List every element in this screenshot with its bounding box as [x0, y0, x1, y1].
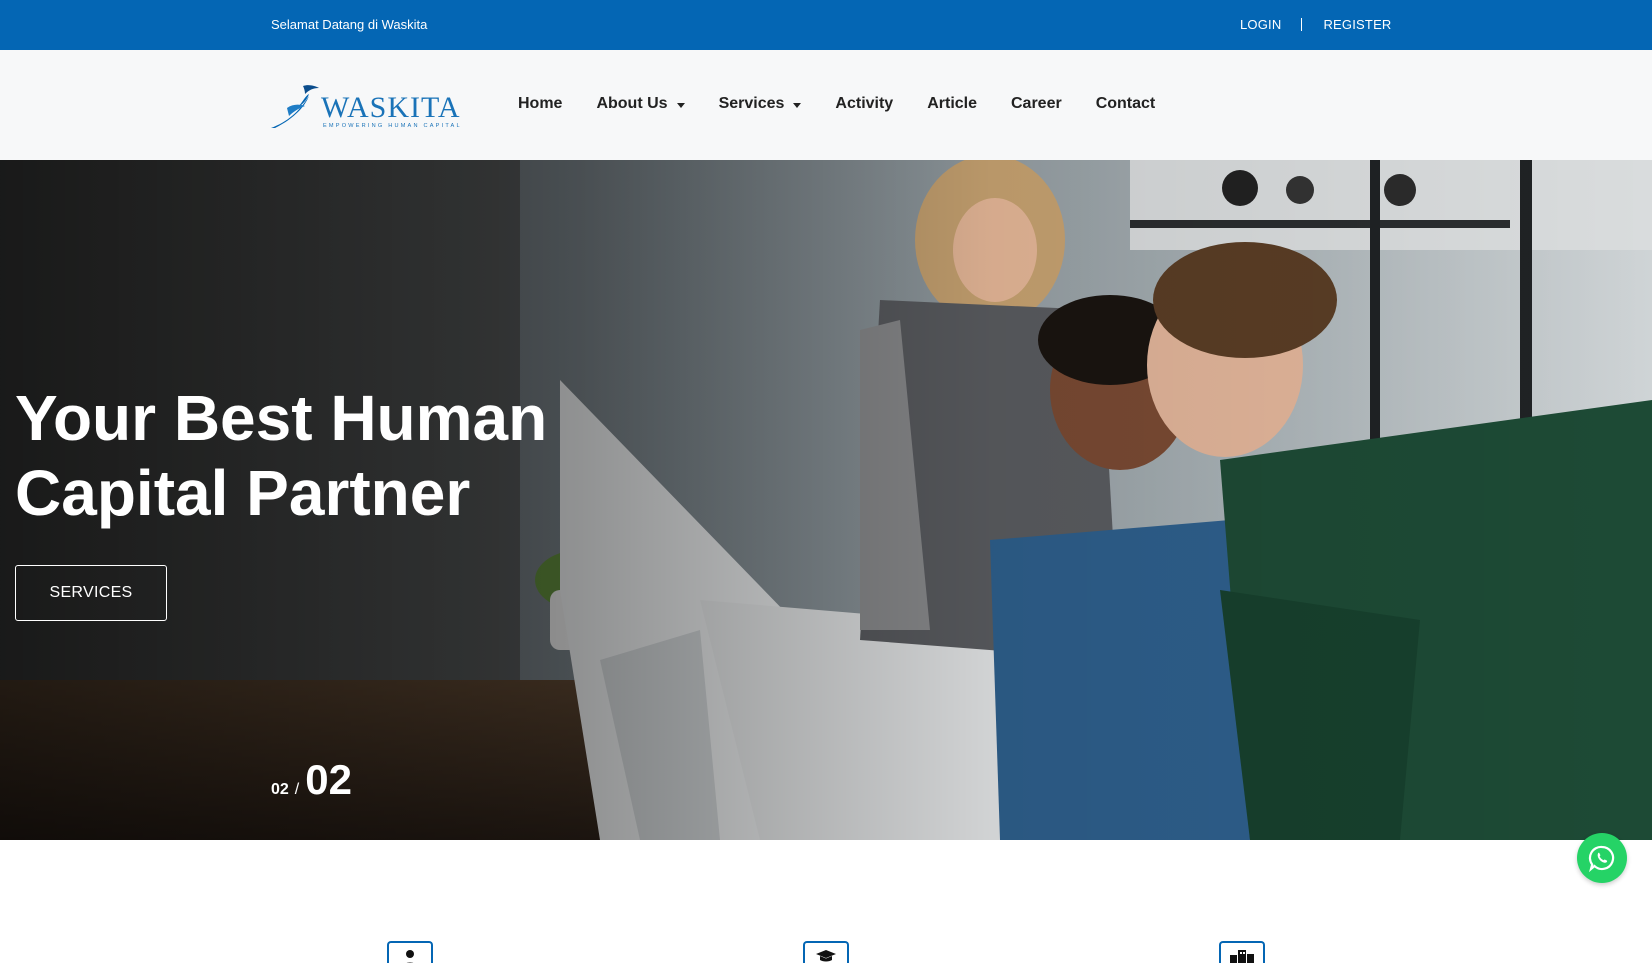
slide-total: 02: [305, 756, 352, 803]
nav-services-label: Services: [718, 95, 785, 112]
waskita-logo[interactable]: WASKITA EMPOWERING HUMAN CAPITAL: [269, 82, 474, 132]
nav-about-us[interactable]: About Us: [596, 95, 685, 113]
hero-slider: Your Best Human Capital Partner SERVICES…: [0, 160, 1652, 840]
nav-about-us-label: About Us: [596, 95, 668, 112]
nav-services[interactable]: Services: [719, 95, 802, 113]
whatsapp-button[interactable]: [1577, 833, 1627, 883]
login-link[interactable]: LOGIN: [1240, 17, 1281, 32]
slide-current: 02: [271, 781, 289, 798]
education-feature-card: [803, 941, 849, 963]
nav-activity-label: Activity: [835, 95, 894, 112]
building-icon: [1230, 950, 1254, 963]
nav-home-label: Home: [518, 95, 563, 112]
caret-down-icon: [793, 102, 802, 108]
auth-links: LOGIN REGISTER: [1240, 17, 1392, 32]
hero-title-line-1: Your Best Human: [15, 382, 548, 454]
site-header: WASKITA EMPOWERING HUMAN CAPITAL Home Ab…: [0, 50, 1652, 160]
company-feature-card: [1219, 941, 1265, 963]
logo-wordmark: WASKITA: [321, 91, 461, 124]
welcome-text: Selamat Datang di Waskita: [271, 17, 428, 32]
services-button[interactable]: SERVICES: [15, 565, 167, 621]
nav-article[interactable]: Article: [927, 95, 977, 113]
nav-home[interactable]: Home: [518, 95, 562, 113]
nav-contact-label: Contact: [1095, 95, 1156, 112]
auth-divider: [1301, 18, 1303, 31]
logo-tagline: EMPOWERING HUMAN CAPITAL: [323, 123, 462, 129]
hero-title: Your Best Human Capital Partner: [15, 381, 575, 531]
user-icon: [406, 950, 414, 963]
nav-career[interactable]: Career: [1011, 95, 1062, 113]
caret-down-icon: [676, 102, 685, 108]
whatsapp-icon: [1588, 845, 1615, 872]
hero-title-line-2: Capital Partner: [15, 457, 471, 529]
top-bar: Selamat Datang di Waskita LOGIN REGISTER: [0, 0, 1652, 50]
nav-activity[interactable]: Activity: [835, 95, 893, 113]
main-nav: Home About Us Services Activity Article …: [518, 95, 1189, 113]
nav-contact[interactable]: Contact: [1096, 95, 1156, 113]
slide-separator: /: [294, 781, 300, 798]
graduation-cap-icon: [816, 950, 836, 962]
user-feature-card: [387, 941, 433, 963]
nav-article-label: Article: [927, 95, 977, 112]
slide-counter: 02 / 02: [271, 756, 352, 804]
register-link[interactable]: REGISTER: [1323, 17, 1391, 32]
nav-career-label: Career: [1011, 95, 1062, 112]
